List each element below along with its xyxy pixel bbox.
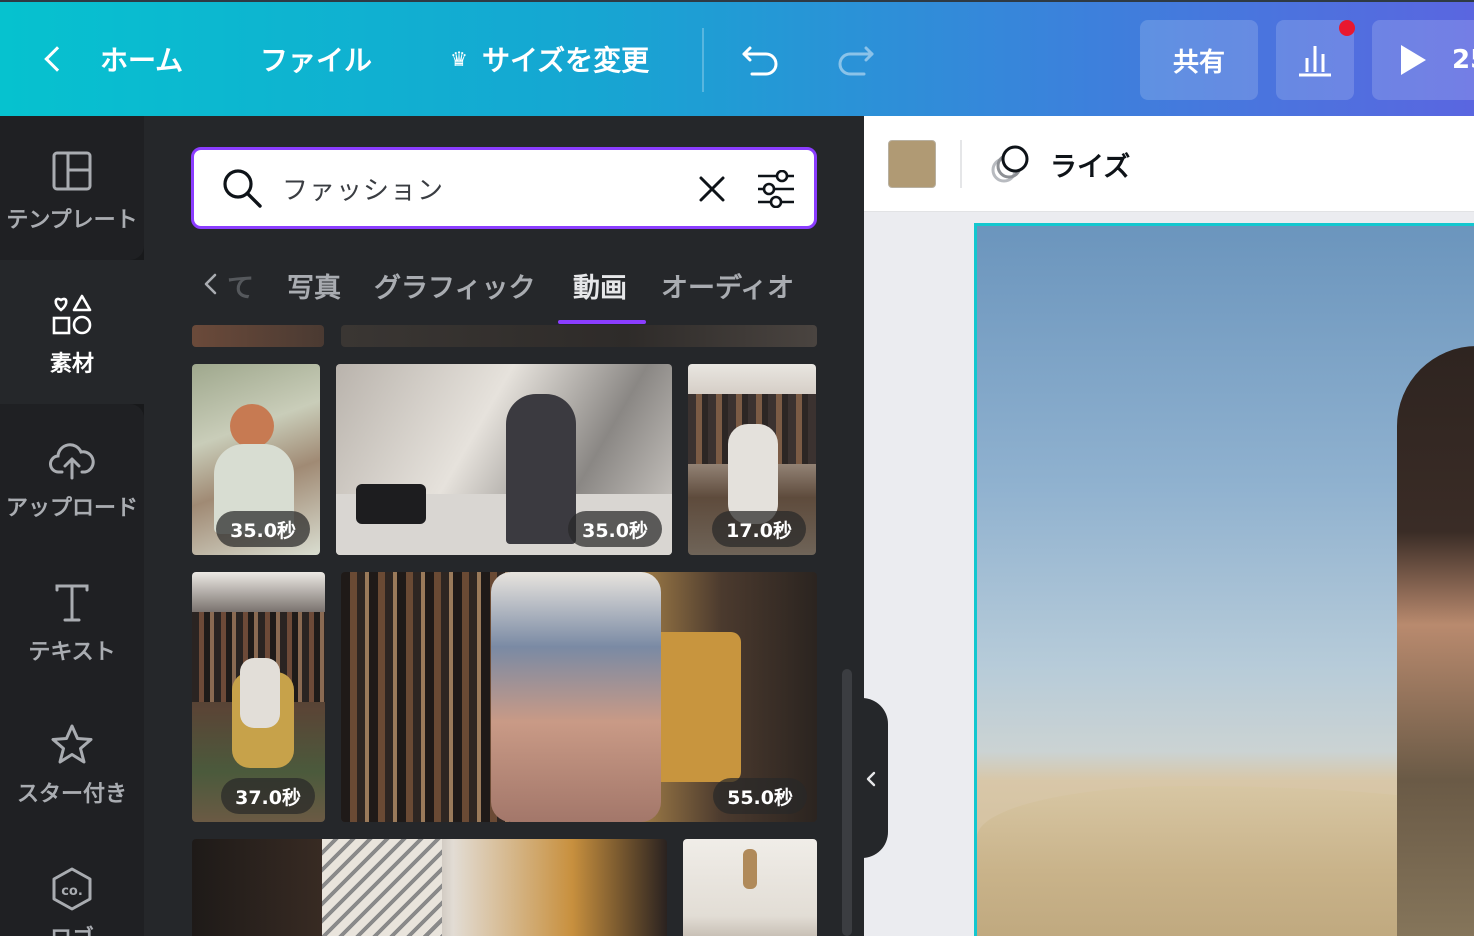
resize-button[interactable]: ♛ サイズを変更	[450, 2, 649, 116]
video-thumbnail[interactable]	[341, 325, 817, 347]
video-thumbnail[interactable]: 35.0秒	[336, 364, 672, 555]
chevron-left-icon[interactable]	[197, 270, 225, 298]
search-icon	[223, 169, 262, 208]
template-icon	[52, 151, 92, 191]
figure	[506, 394, 576, 544]
duration-badge: 35.0秒	[216, 511, 310, 547]
rail-item-label: テキスト	[28, 640, 116, 665]
video-thumbnail[interactable]: 37.0秒	[192, 572, 325, 822]
close-icon[interactable]	[696, 173, 728, 205]
redo-icon[interactable]	[832, 36, 876, 80]
lamp	[743, 849, 757, 889]
rail-item-uploads[interactable]: アップロード	[0, 436, 144, 522]
bar-chart-icon	[1299, 46, 1331, 77]
present-button[interactable]: 25	[1372, 20, 1474, 100]
search-input[interactable]	[282, 173, 662, 203]
rail-item-label: テンプレート	[6, 208, 138, 233]
person	[1397, 346, 1474, 936]
duration-badge: 55.0秒	[713, 778, 807, 814]
rail-item-label: ロゴ	[50, 920, 94, 936]
animation-label: ライズ	[1050, 151, 1131, 183]
star-icon	[51, 724, 93, 764]
video-thumbnail[interactable]: 17.0秒	[688, 364, 816, 555]
figure	[322, 839, 442, 936]
animate-button[interactable]: ライズ	[988, 138, 1130, 190]
crown-icon: ♛	[450, 47, 468, 71]
duration-badge: 17.0秒	[712, 511, 806, 547]
home-button[interactable]: ホーム	[40, 2, 183, 116]
figure	[728, 424, 778, 524]
undo-icon[interactable]	[740, 36, 784, 80]
toolbar-divider	[702, 28, 704, 92]
collapse-panel-button[interactable]	[856, 698, 888, 858]
elements-icon	[52, 294, 92, 335]
elements-panel: て 写真 グラフィック 動画 オーディオ 35.0秒 35.0秒 17.0秒 3…	[144, 116, 864, 936]
rail-item-elements[interactable]: 素材	[0, 260, 144, 404]
cloud-upload-icon	[49, 443, 95, 480]
rail-item-templates[interactable]: テンプレート	[0, 148, 144, 234]
svg-text:co.: co.	[61, 884, 83, 899]
animation-icon	[991, 145, 1029, 183]
file-label: ファイル	[260, 44, 373, 77]
color-swatch[interactable]	[888, 140, 936, 188]
duration-badge: 37.0秒	[221, 778, 315, 814]
video-thumbnail[interactable]: 55.0秒	[341, 572, 817, 822]
tab-photos[interactable]: 写真	[287, 266, 341, 305]
text-icon	[55, 584, 89, 622]
play-icon	[1401, 45, 1426, 75]
tab-videos[interactable]: 動画	[573, 266, 627, 305]
resize-label: サイズを変更	[481, 44, 650, 77]
filter-icon[interactable]	[756, 170, 796, 208]
toolbar-divider	[960, 140, 962, 188]
rail-item-text[interactable]: テキスト	[0, 580, 144, 666]
tab-active-indicator	[558, 320, 646, 324]
logo-icon: co.	[52, 867, 92, 911]
top-bar: ホーム ファイル ♛ サイズを変更 共有 25	[0, 0, 1474, 116]
rail-item-label: 素材	[49, 352, 94, 377]
device	[356, 484, 426, 524]
figure	[230, 404, 274, 448]
tab-faded: て	[227, 273, 254, 304]
video-thumbnail[interactable]: 35.0秒	[192, 364, 320, 555]
home-label: ホーム	[100, 44, 184, 77]
file-menu-button[interactable]: ファイル	[260, 2, 372, 116]
category-tabs: て 写真 グラフィック 動画 オーディオ	[191, 256, 821, 326]
design-page[interactable]	[974, 223, 1474, 936]
chevron-left-icon	[44, 46, 70, 72]
editor-toolbar: ライズ	[864, 116, 1474, 212]
figure	[240, 658, 280, 728]
chevron-left-icon	[866, 771, 876, 787]
share-button[interactable]: 共有	[1140, 20, 1258, 100]
panel-scrollbar[interactable]	[842, 669, 852, 936]
video-thumbnail[interactable]	[192, 839, 667, 936]
rail-item-logos[interactable]: co. ロゴ	[0, 866, 144, 936]
rail-item-label: アップロード	[5, 496, 138, 521]
notification-dot	[1339, 20, 1355, 36]
duration-badge: 35.0秒	[568, 511, 662, 547]
share-label: 共有	[1172, 47, 1225, 78]
tab-audio[interactable]: オーディオ	[661, 266, 794, 305]
video-thumbnail[interactable]	[192, 325, 324, 347]
tab-graphics[interactable]: グラフィック	[374, 266, 535, 305]
figure	[491, 572, 661, 822]
left-rail: テンプレート 素材 アップロード テキスト スター付き co.	[0, 116, 144, 936]
present-count: 25	[1452, 45, 1474, 75]
rail-item-starred[interactable]: スター付き	[0, 722, 144, 808]
clothing-rack	[341, 572, 511, 822]
video-thumbnail[interactable]	[683, 839, 817, 936]
rail-item-label: スター付き	[16, 782, 127, 807]
search-box	[191, 147, 817, 229]
